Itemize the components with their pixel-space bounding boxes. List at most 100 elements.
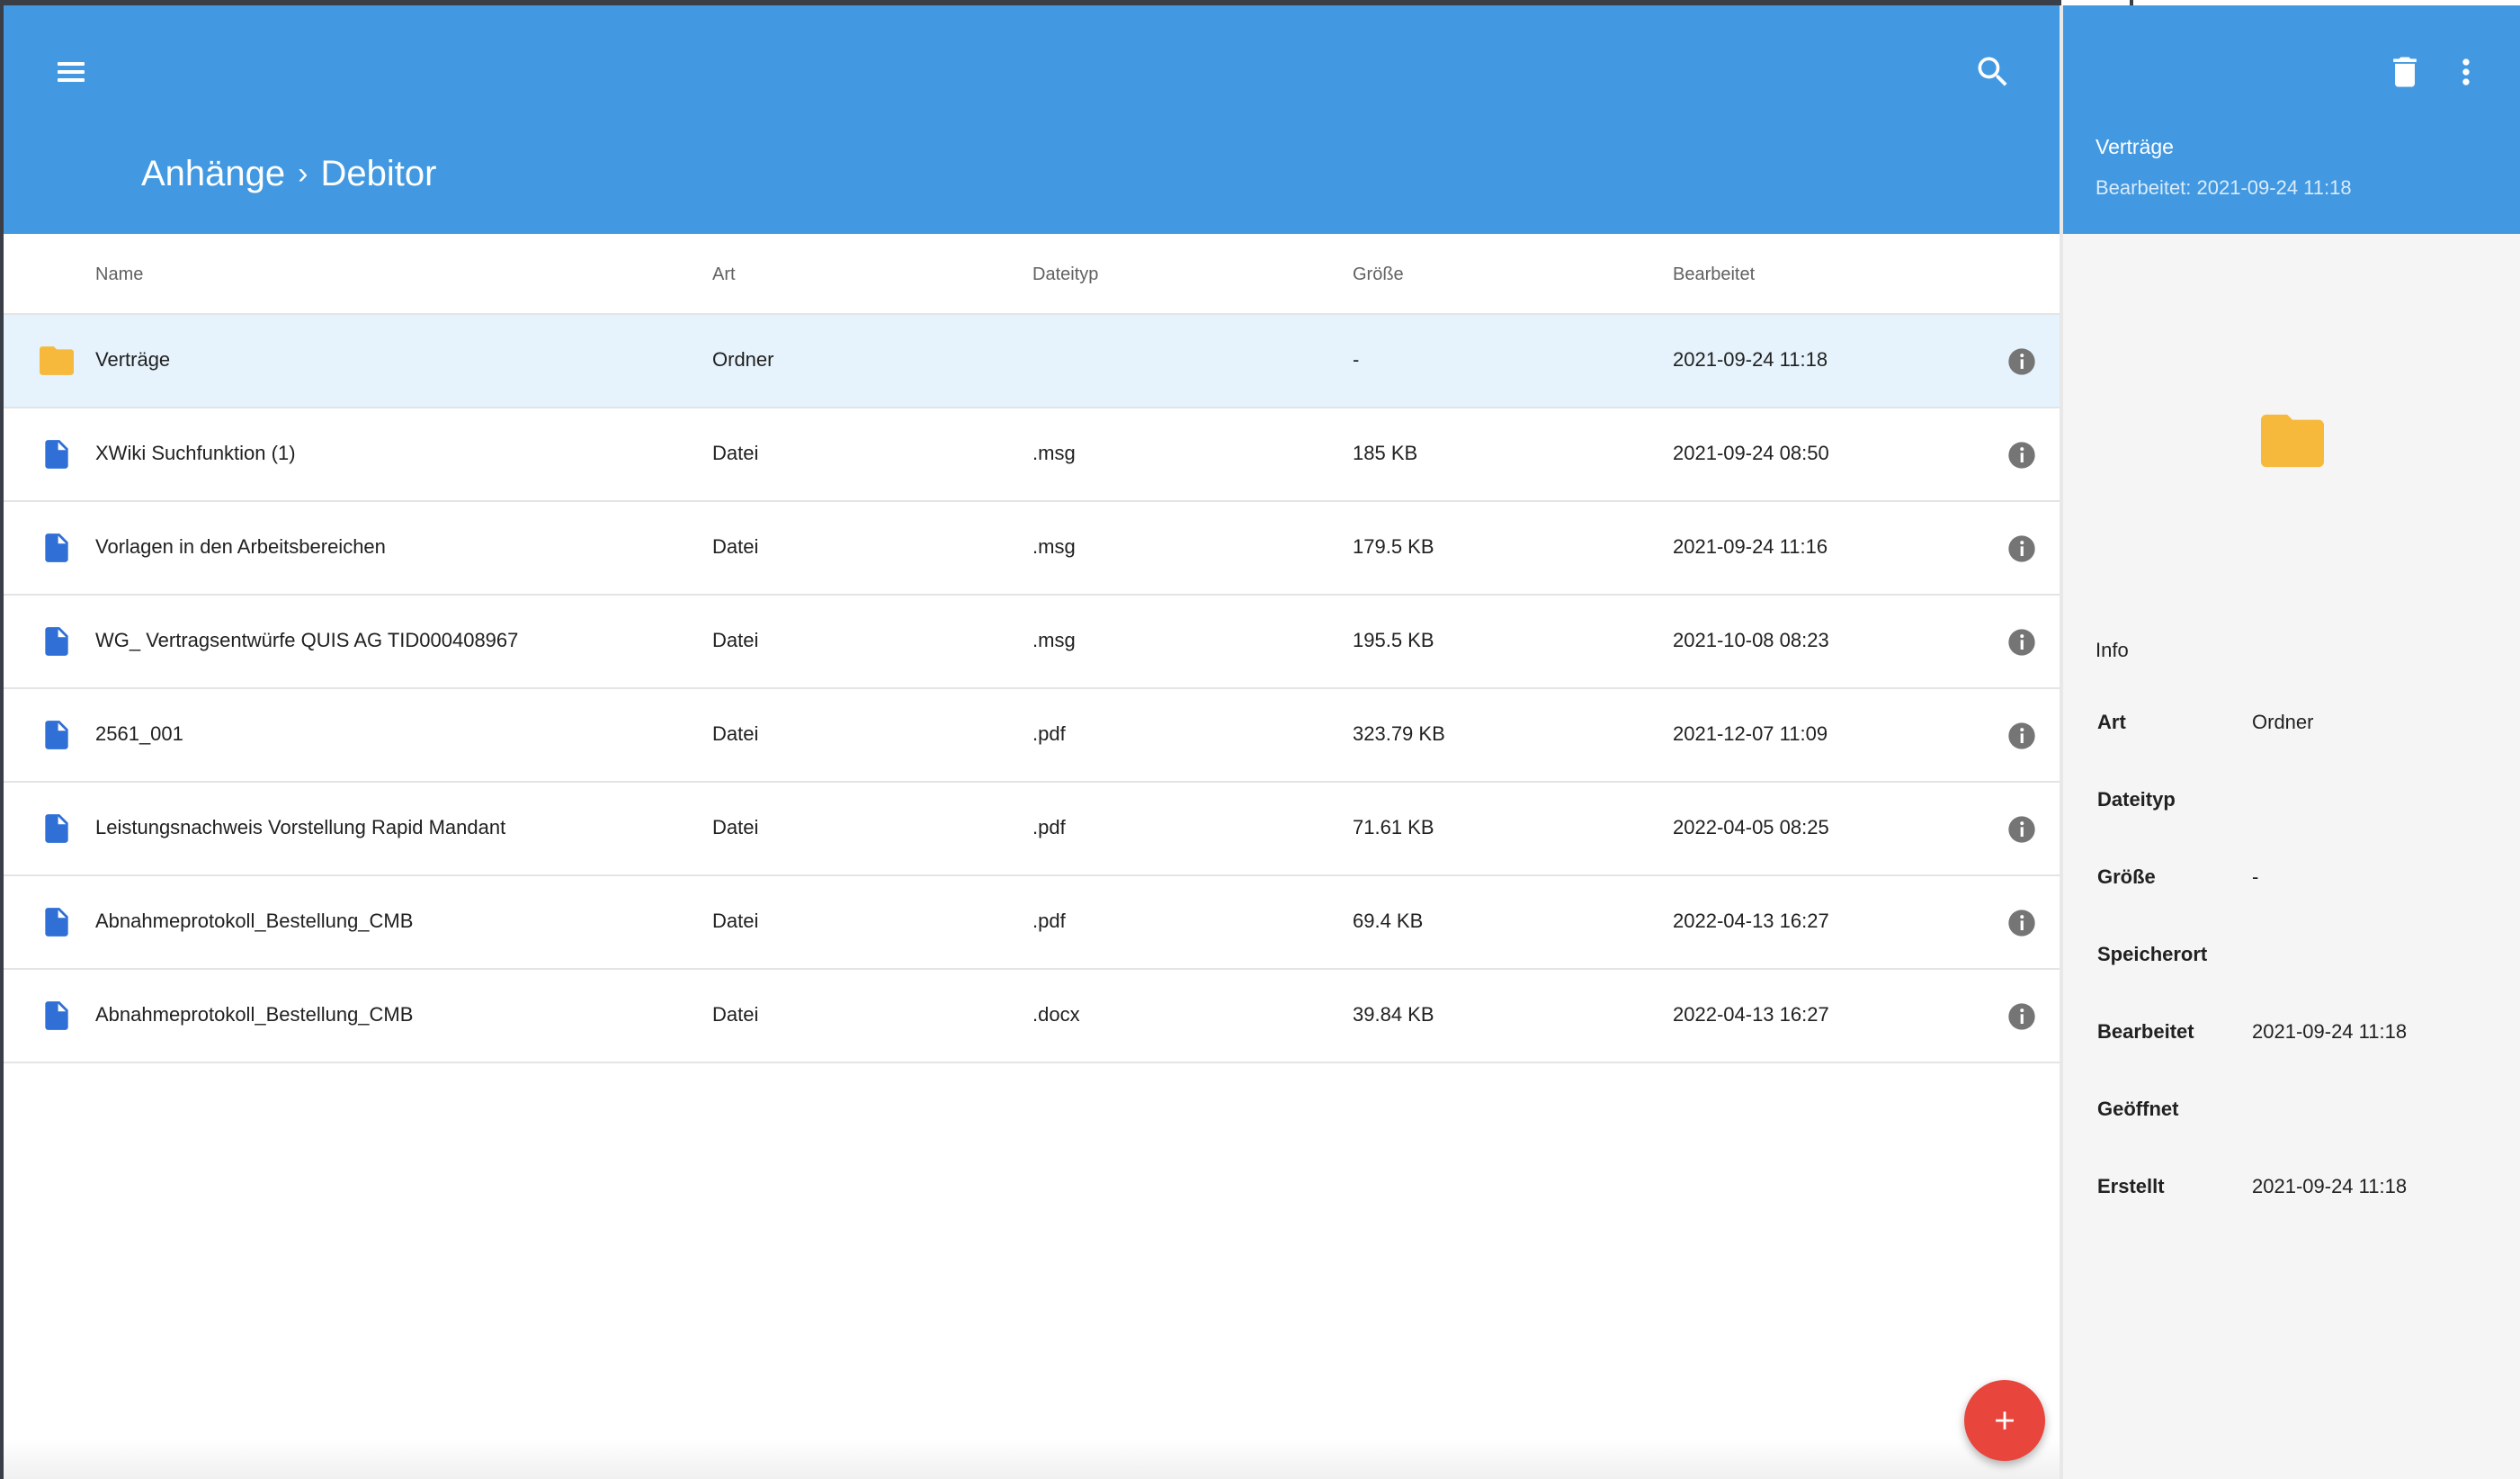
file-icon [40,437,74,471]
property-key: Speicherort [2097,943,2208,965]
property-key: Geöffnet [2097,1098,2179,1120]
row-bearbeitet: 2022-04-13 16:27 [1673,910,1829,932]
row-name: XWiki Suchfunktion (1) [95,442,296,464]
row-bearbeitet: 2021-10-08 08:23 [1673,629,1829,651]
details-edited: Bearbeitet: 2021-09-24 11:18 [2096,176,2352,199]
folder-icon [40,344,74,378]
info-icon[interactable] [2007,815,2036,844]
property-value: - [2252,865,2259,888]
row-art: Datei [712,535,759,558]
property-key: Art [2097,711,2126,733]
row-art: Datei [712,442,759,464]
row-art: Datei [712,629,759,651]
info-icon[interactable] [2007,722,2036,750]
row-groesse: 71.61 KB [1353,816,1434,838]
table-row[interactable]: Leistungsnachweis Vorstellung Rapid Mand… [4,783,2060,876]
details-title: Verträge [2096,135,2174,158]
file-icon [40,718,74,752]
row-name: Verträge [95,348,171,371]
file-icon [40,999,74,1033]
row-groesse: - [1353,348,1360,371]
row-dateityp: .docx [1032,1003,1080,1026]
row-name: Abnahmeprotokoll_Bestellung_CMB [95,910,414,932]
row-groesse: 185 KB [1353,442,1418,464]
info-icon[interactable] [2007,441,2036,470]
details-header: Verträge Bearbeitet: 2021-09-24 11:18 [2063,5,2520,234]
table-row[interactable]: XWiki Suchfunktion (1) Datei .msg 185 KB… [4,408,2060,502]
row-dateityp: .pdf [1032,910,1066,932]
file-icon [40,811,74,846]
property-key: Bearbeitet [2097,1020,2194,1043]
table-row[interactable]: 2561_001 Datei .pdf 323.79 KB 2021-12-07… [4,689,2060,783]
info-label: Info [2096,639,2129,661]
property-key: Größe [2097,865,2156,888]
row-art: Datei [712,722,759,745]
column-dateityp[interactable]: Dateityp [1032,264,1098,285]
row-dateityp: .msg [1032,535,1076,558]
table-body: Verträge Ordner - 2021-09-24 11:18 XWiki… [4,315,2060,1063]
info-icon[interactable] [2007,347,2036,376]
row-bearbeitet: 2021-12-07 11:09 [1673,722,1828,745]
row-art: Datei [712,1003,759,1026]
row-bearbeitet: 2021-09-24 11:18 [1673,348,1828,371]
column-groesse[interactable]: Größe [1353,264,1404,285]
row-name: Leistungsnachweis Vorstellung Rapid Mand… [95,816,506,838]
table-row[interactable]: Vorlagen in den Arbeitsbereichen Datei .… [4,502,2060,596]
file-table: Name Art Dateityp Größe Bearbeitet Vertr… [4,234,2060,1063]
row-name: WG_ Vertragsentwürfe QUIS AG TID00040896… [95,629,519,651]
row-groesse: 195.5 KB [1353,629,1434,651]
row-groesse: 69.4 KB [1353,910,1424,932]
table-row[interactable]: WG_ Vertragsentwürfe QUIS AG TID00040896… [4,596,2060,689]
row-dateityp: .msg [1032,629,1076,651]
file-icon [40,905,74,939]
search-icon[interactable] [1973,52,2013,92]
add-button[interactable] [1964,1380,2045,1461]
row-bearbeitet: 2021-09-24 08:50 [1673,442,1829,464]
file-icon [40,531,74,565]
table-row[interactable]: Verträge Ordner - 2021-09-24 11:18 [4,315,2060,408]
row-bearbeitet: 2022-04-05 08:25 [1673,816,1829,838]
info-icon[interactable] [2007,534,2036,563]
app-header: Anhänge › Debitor [4,5,2061,234]
folder-icon [2261,414,2324,468]
column-name[interactable]: Name [95,264,143,285]
column-art[interactable]: Art [712,264,736,285]
row-art: Datei [712,910,759,932]
property-value: 2021-09-24 11:18 [2252,1020,2408,1043]
property-key: Erstellt [2097,1175,2165,1197]
info-icon[interactable] [2007,1002,2036,1031]
bottom-fade [4,1439,2060,1479]
row-name: 2561_001 [95,722,183,745]
row-bearbeitet: 2022-04-13 16:27 [1673,1003,1829,1026]
row-name: Vorlagen in den Arbeitsbereichen [95,535,386,558]
more-vert-icon[interactable] [2446,52,2486,92]
row-bearbeitet: 2021-09-24 11:16 [1673,535,1828,558]
plus-icon [1996,1412,2014,1430]
row-art: Datei [712,816,759,838]
property-key: Dateityp [2097,788,2176,811]
file-icon [40,624,74,659]
row-groesse: 323.79 KB [1353,722,1445,745]
breadcrumb-item-anhaenge[interactable]: Anhänge [141,154,285,194]
delete-icon[interactable] [2385,52,2425,92]
table-header: Name Art Dateityp Größe Bearbeitet [4,234,2060,315]
menu-icon[interactable] [54,54,90,90]
row-art: Ordner [712,348,774,371]
column-bearbeitet[interactable]: Bearbeitet [1673,264,1755,285]
breadcrumb: Anhänge › Debitor [141,154,436,194]
row-dateityp: .pdf [1032,722,1066,745]
breadcrumb-item-debitor[interactable]: Debitor [320,154,436,194]
details-panel: Info Art Ordner Dateityp Größe - Speicherort B… [2063,234,2520,1479]
row-groesse: 39.84 KB [1353,1003,1434,1026]
row-name: Abnahmeprotokoll_Bestellung_CMB [95,1003,414,1026]
row-dateityp: .pdf [1032,816,1066,838]
table-row[interactable]: Abnahmeprotokoll_Bestellung_CMB Datei .d… [4,970,2060,1063]
info-icon[interactable] [2007,909,2036,937]
property-value: Ordner [2252,711,2314,733]
breadcrumb-separator: › [298,157,308,191]
row-groesse: 179.5 KB [1353,535,1434,558]
property-value: 2021-09-24 11:18 [2252,1175,2408,1197]
table-row[interactable]: Abnahmeprotokoll_Bestellung_CMB Datei .p… [4,876,2060,970]
row-dateityp: .msg [1032,442,1076,464]
info-icon[interactable] [2007,628,2036,657]
